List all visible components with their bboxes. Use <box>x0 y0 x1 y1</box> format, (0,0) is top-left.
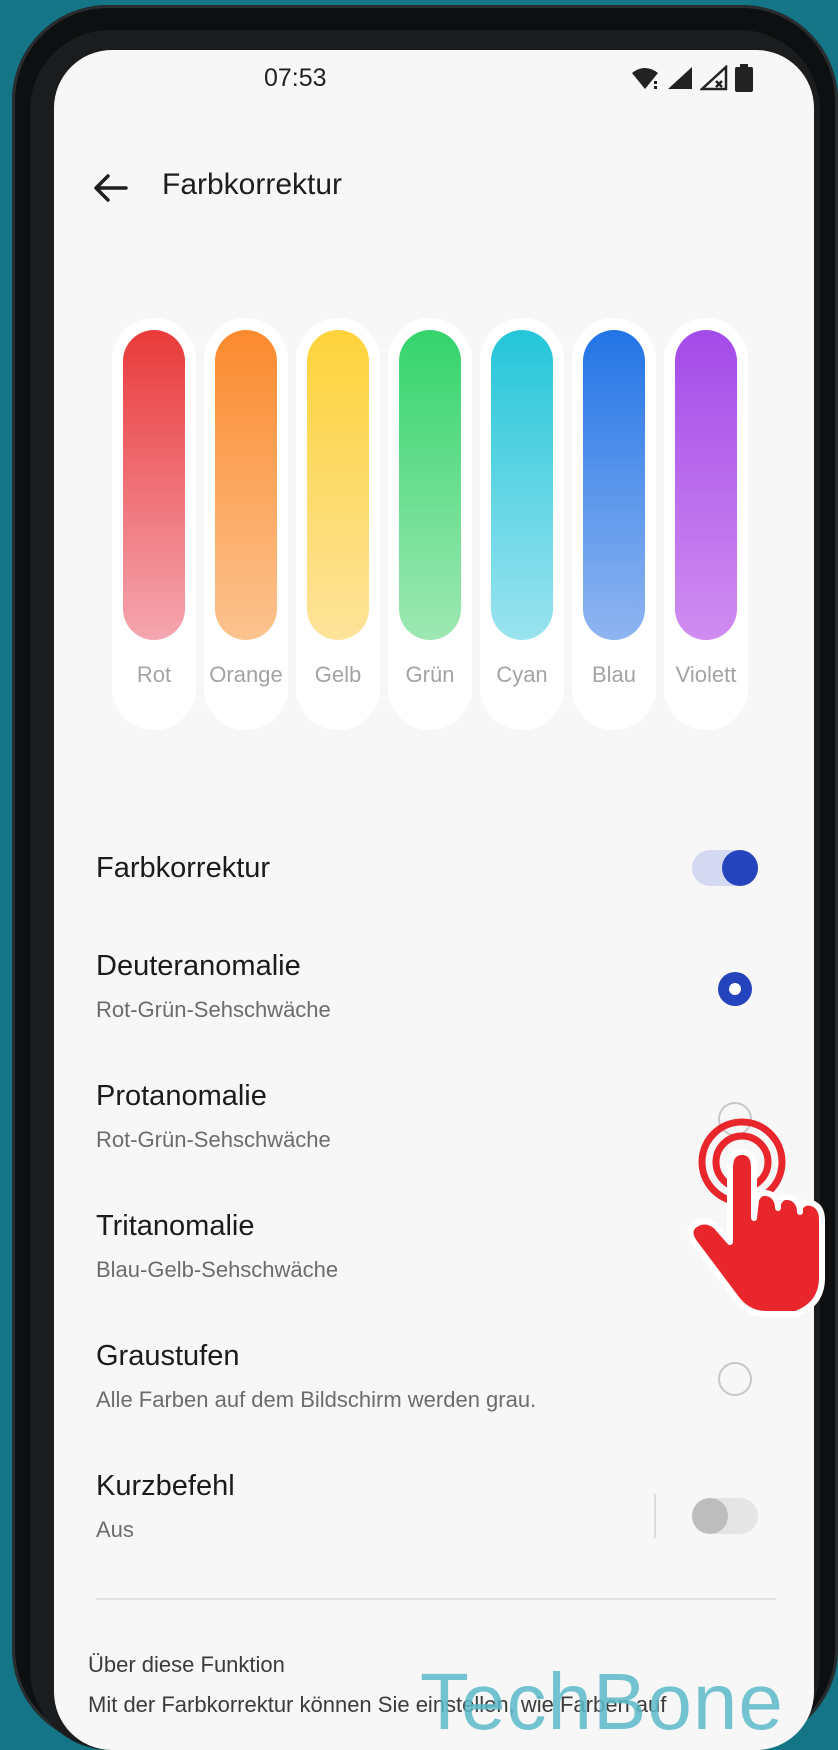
divider <box>654 1494 656 1538</box>
swatch-yellow: Gelb <box>296 318 380 730</box>
setting-title: Protanomalie <box>96 1080 267 1112</box>
app-header: Farbkorrektur <box>54 158 814 218</box>
watermark: TechBone <box>420 1657 784 1746</box>
swatch-label: Orange <box>209 662 283 687</box>
swatch-label: Blau <box>591 662 637 687</box>
option-tritanomaly[interactable]: Tritanomalie Blau-Gelb-Sehschwäche <box>96 1210 776 1283</box>
setting-title: Deuteranomalie <box>96 950 301 982</box>
swatch-label: Grün <box>405 662 455 687</box>
swatch-label: Rot <box>136 662 172 687</box>
swatch-label: Violett <box>675 662 737 687</box>
swatch-bar <box>399 330 461 640</box>
page-title: Farbkorrektur <box>162 168 343 201</box>
option-protanomaly[interactable]: Protanomalie Rot-Grün-Sehschwäche <box>96 1080 776 1153</box>
swatch-bar <box>123 330 185 640</box>
battery-icon <box>735 64 753 92</box>
setting-subtitle: Aus <box>96 1517 134 1542</box>
swatch-violet: Violett <box>664 318 748 730</box>
setting-title: Graustufen <box>96 1340 240 1372</box>
swatch-red: Rot <box>112 318 196 730</box>
status-time: 07:53 <box>264 64 327 92</box>
swatch-orange: Orange <box>204 318 288 730</box>
setting-subtitle: Rot-Grün-Sehschwäche <box>96 1127 331 1152</box>
swatch-bar <box>215 330 277 640</box>
swatch-bar <box>491 330 553 640</box>
color-swatches: Rot Orange Gelb Grün Cyan Blau Violett <box>112 318 748 730</box>
radio-grayscale[interactable] <box>718 1362 752 1396</box>
setting-title: Farbkorrektur <box>96 852 271 884</box>
tap-hand-icon <box>687 1118 825 1317</box>
shortcut-toggle[interactable] <box>692 1498 758 1534</box>
about-heading: Über diese Funktion <box>88 1652 285 1677</box>
phone-screen: 07:53 Farbkorrektur Rot Orange Gelb Grün… <box>54 50 814 1750</box>
setting-subtitle: Blau-Gelb-Sehschwäche <box>96 1257 339 1282</box>
setting-title: Tritanomalie <box>96 1210 255 1242</box>
swatch-green: Grün <box>388 318 472 730</box>
status-bar: 07:53 <box>54 50 814 120</box>
swatch-cyan: Cyan <box>480 318 564 730</box>
swatch-bar <box>307 330 369 640</box>
toggle-knob <box>692 1498 728 1534</box>
arrow-left-icon[interactable] <box>90 168 130 208</box>
color-correction-row[interactable]: Farbkorrektur <box>96 850 776 886</box>
setting-title: Kurzbefehl <box>96 1470 235 1502</box>
option-deuteranomaly[interactable]: Deuteranomalie Rot-Grün-Sehschwäche <box>96 950 776 1023</box>
shortcut-row[interactable]: Kurzbefehl Aus <box>96 1470 776 1543</box>
option-grayscale[interactable]: Graustufen Alle Farben auf dem Bildschir… <box>96 1340 776 1413</box>
status-icons <box>630 64 754 92</box>
swatch-blue: Blau <box>572 318 656 730</box>
signal-icon <box>668 67 692 89</box>
setting-subtitle: Rot-Grün-Sehschwäche <box>96 997 331 1022</box>
color-correction-toggle[interactable] <box>692 850 758 886</box>
swatch-bar <box>583 330 645 640</box>
swatch-label: Cyan <box>496 662 548 687</box>
wifi-icon <box>632 68 658 89</box>
signal-no-sim-icon <box>700 65 728 91</box>
swatch-label: Gelb <box>314 662 362 687</box>
toggle-knob <box>722 850 758 886</box>
section-divider <box>96 1598 776 1600</box>
radio-deuteranomaly[interactable] <box>718 972 752 1006</box>
setting-subtitle: Alle Farben auf dem Bildschirm werden gr… <box>96 1387 537 1412</box>
swatch-bar <box>675 330 737 640</box>
